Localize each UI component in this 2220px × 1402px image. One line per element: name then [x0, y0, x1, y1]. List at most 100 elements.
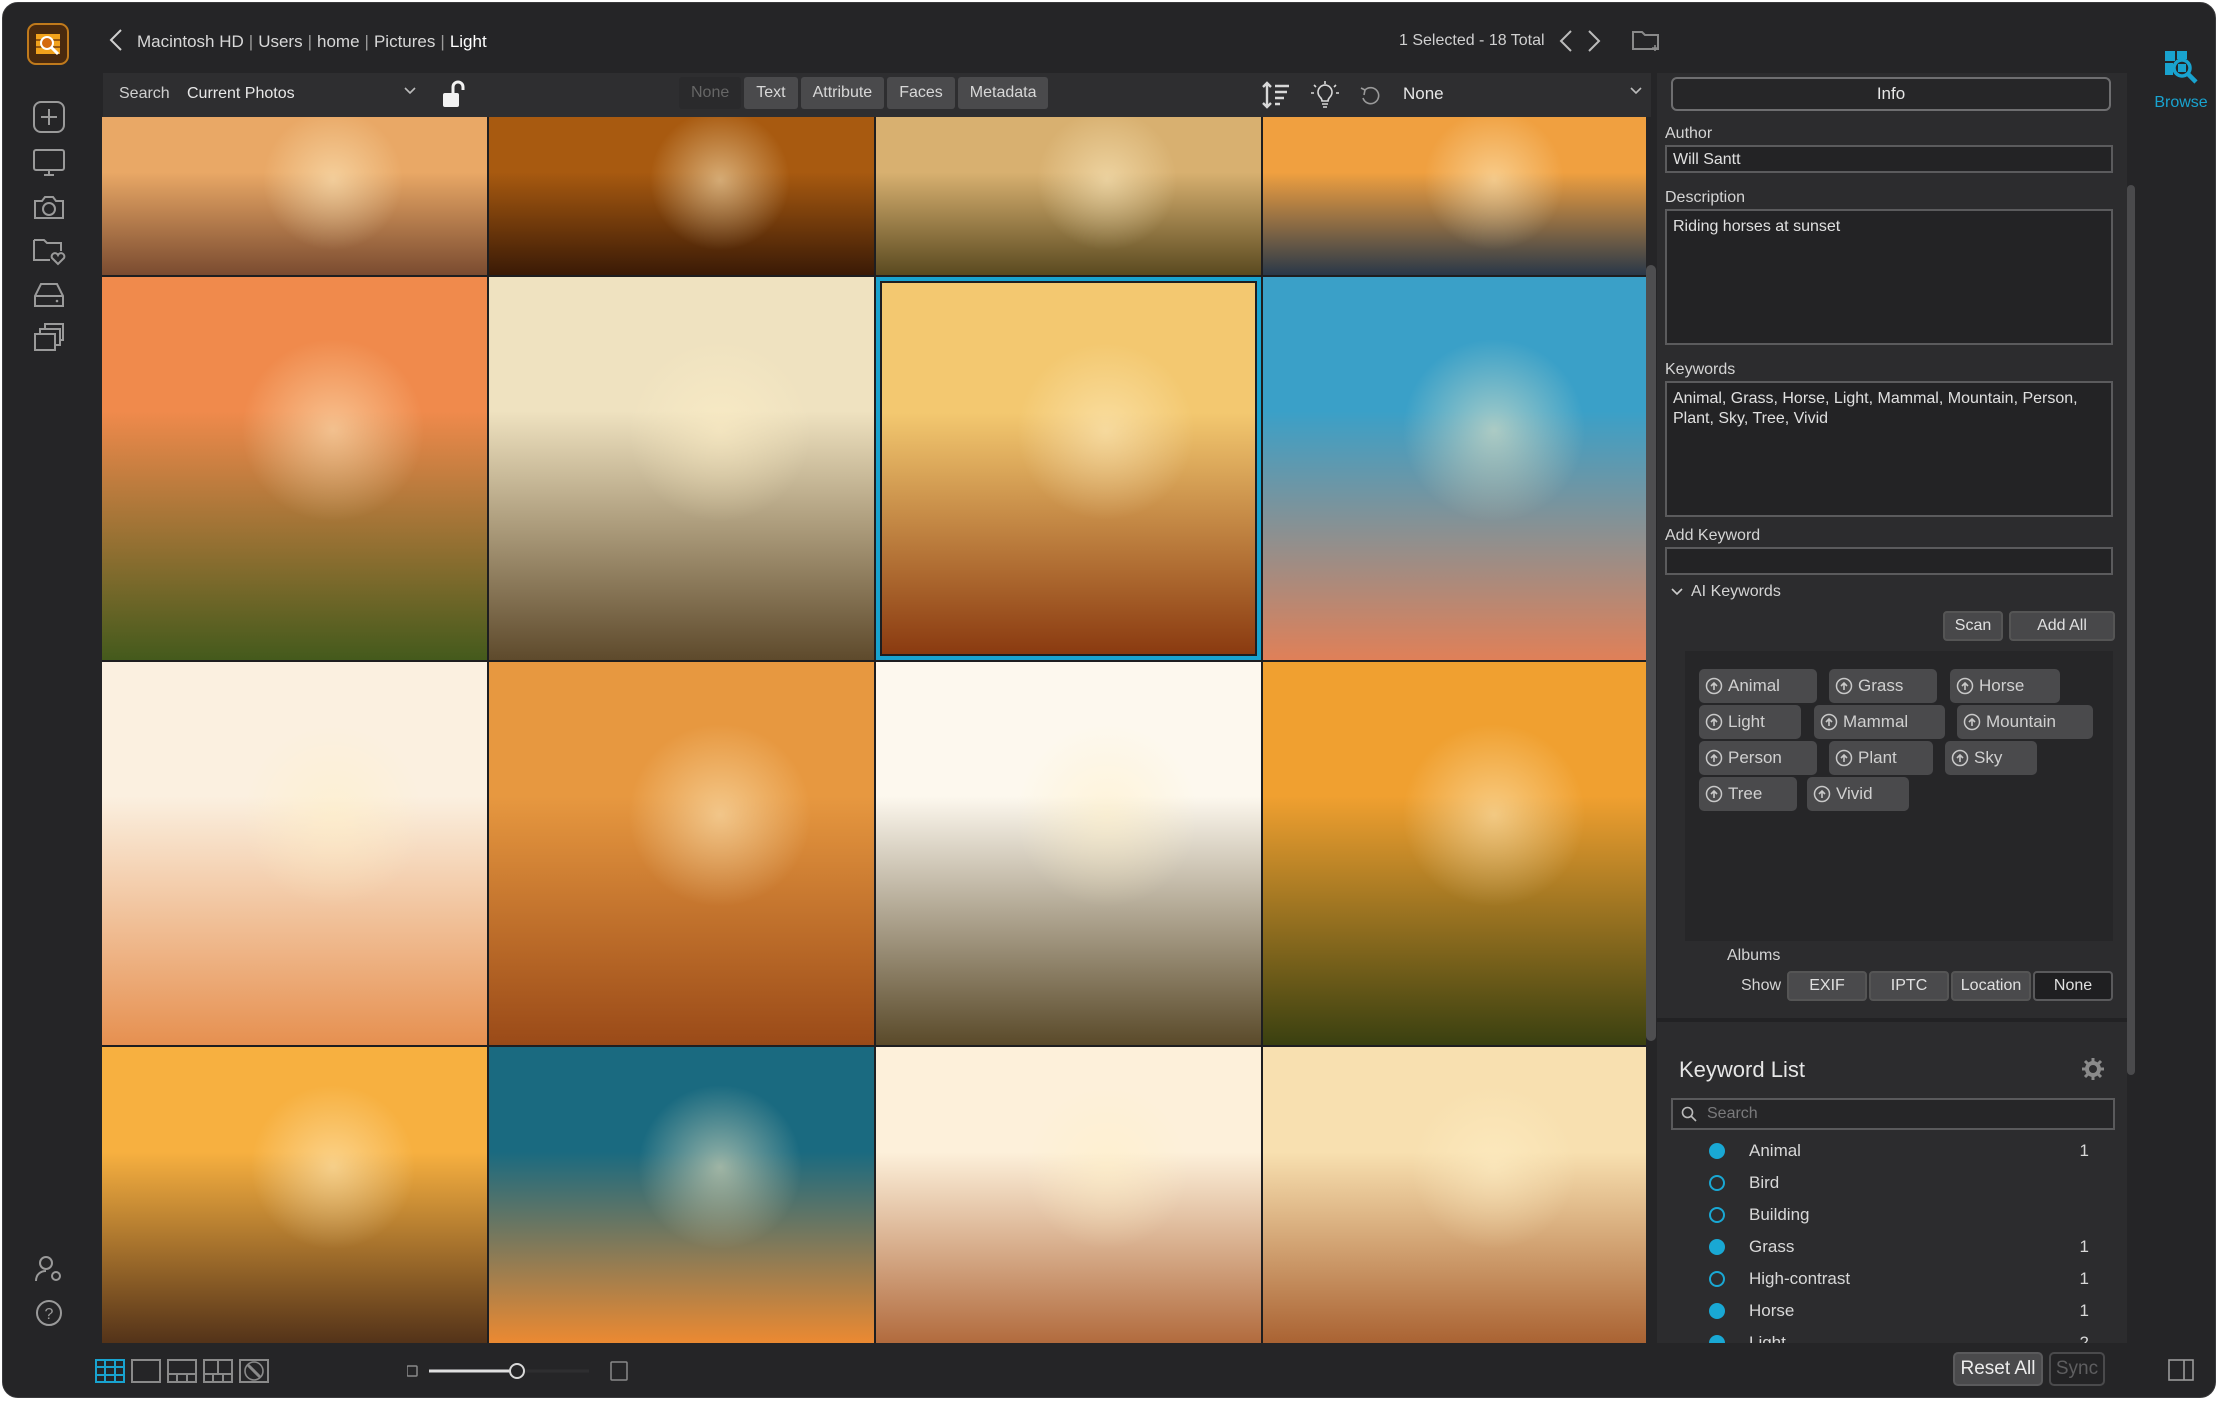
show-option-exif[interactable]: EXIF: [1787, 971, 1868, 1001]
thumbnail-size-slider[interactable]: [406, 1359, 633, 1383]
photo-thumbnail[interactable]: [1263, 117, 1646, 275]
undo-icon[interactable]: [1359, 84, 1381, 111]
breadcrumb-item[interactable]: Macintosh HD: [137, 32, 244, 52]
grid-scrollbar[interactable]: [1646, 265, 1656, 1041]
ai-keyword-chip[interactable]: Light: [1699, 705, 1801, 739]
help-icon[interactable]: ?: [31, 1297, 67, 1329]
search-mode-attribute[interactable]: Attribute: [800, 77, 885, 109]
photo-image: [1263, 1047, 1646, 1343]
gear-icon[interactable]: [2081, 1057, 2105, 1086]
ai-keyword-chip[interactable]: Mountain: [1957, 705, 2093, 739]
ai-keyword-chip[interactable]: Tree: [1699, 777, 1797, 811]
ai-keyword-chip[interactable]: Animal: [1699, 669, 1817, 703]
drive-icon[interactable]: [31, 279, 67, 311]
keyword-unchecked-icon[interactable]: [1709, 1175, 1725, 1191]
photo-thumbnail[interactable]: [489, 1047, 874, 1343]
monitor-icon[interactable]: [31, 147, 67, 179]
ai-keyword-chip[interactable]: Plant: [1829, 741, 1933, 775]
user-settings-icon[interactable]: [31, 1253, 67, 1285]
filmstrip-view-icon[interactable]: [167, 1359, 197, 1383]
keyword-search-input[interactable]: Search: [1671, 1098, 2115, 1130]
photo-thumbnail[interactable]: [876, 1047, 1261, 1343]
photo-thumbnail[interactable]: [1263, 277, 1646, 660]
lightbulb-icon[interactable]: [1309, 79, 1341, 116]
photo-thumbnail[interactable]: [102, 1047, 487, 1343]
ai-keyword-chip[interactable]: Person: [1699, 741, 1817, 775]
keyword-checked-icon[interactable]: [1709, 1303, 1725, 1319]
search-mode-text[interactable]: Text: [744, 77, 798, 109]
sync-button[interactable]: Sync: [2049, 1352, 2105, 1386]
show-option-iptc[interactable]: IPTC: [1869, 971, 1950, 1001]
ai-keyword-chip[interactable]: Mammal: [1814, 705, 1945, 739]
keyword-checked-icon[interactable]: [1709, 1143, 1725, 1159]
scan-button[interactable]: Scan: [1943, 611, 2003, 641]
add-icon[interactable]: [31, 101, 67, 133]
app-logo[interactable]: [27, 23, 69, 65]
photo-thumbnail[interactable]: [489, 277, 874, 660]
ai-keyword-chip[interactable]: Horse: [1950, 669, 2060, 703]
photo-thumbnail[interactable]: [876, 117, 1261, 275]
description-field[interactable]: Riding horses at sunset: [1665, 209, 2113, 345]
info-tab[interactable]: Info: [1671, 77, 2111, 111]
stack-icon[interactable]: [31, 321, 67, 353]
ai-keyword-chip[interactable]: Grass: [1829, 669, 1937, 703]
unlock-icon[interactable]: [441, 79, 467, 114]
photo-thumbnail[interactable]: [102, 277, 487, 660]
breadcrumb-item[interactable]: Users: [258, 32, 302, 52]
previous-photo-button[interactable]: [1559, 29, 1573, 53]
ai-keyword-chip[interactable]: Sky: [1945, 741, 2037, 775]
add-all-button[interactable]: Add All: [2009, 611, 2115, 641]
keyword-unchecked-icon[interactable]: [1709, 1271, 1725, 1287]
keyword-list-item[interactable]: Light 2: [1709, 1329, 2089, 1343]
photo-thumbnail[interactable]: [102, 662, 487, 1045]
app-window: ? Macintosh HD | Users | home | Pictures…: [2, 2, 2216, 1398]
photo-thumbnail[interactable]: [1263, 1047, 1646, 1343]
keyword-list-item[interactable]: Building: [1709, 1201, 2089, 1229]
reset-all-button[interactable]: Reset All: [1953, 1352, 2043, 1386]
single-view-icon[interactable]: [131, 1359, 161, 1383]
favorite-folder-icon[interactable]: [31, 235, 67, 267]
keyword-unchecked-icon[interactable]: [1709, 1207, 1725, 1223]
keyword-list-item[interactable]: High-contrast 1: [1709, 1265, 2089, 1293]
add-keyword-input[interactable]: [1665, 547, 2113, 575]
breadcrumb-item-current[interactable]: Light: [450, 32, 487, 52]
photo-thumbnail[interactable]: [102, 117, 487, 275]
breadcrumb-item[interactable]: Pictures: [374, 32, 435, 52]
keywords-field[interactable]: Animal, Grass, Horse, Light, Mammal, Mou…: [1665, 381, 2113, 517]
photo-thumbnail[interactable]: [876, 662, 1261, 1045]
ai-keywords-toggle[interactable]: AI Keywords: [1671, 583, 1781, 601]
keyword-checked-icon[interactable]: [1709, 1335, 1725, 1343]
panel-toggle-icon[interactable]: [2168, 1359, 2194, 1386]
keyword-checked-icon[interactable]: [1709, 1239, 1725, 1255]
grid-view-icon[interactable]: [95, 1359, 125, 1383]
photo-thumbnail[interactable]: [489, 662, 874, 1045]
chevron-left-icon[interactable]: [109, 28, 123, 57]
keyword-list-item[interactable]: Bird: [1709, 1169, 2089, 1197]
breadcrumb-separator: |: [440, 32, 445, 51]
show-option-location[interactable]: Location: [1951, 971, 2032, 1001]
browse-button[interactable]: Browse: [2143, 49, 2215, 112]
photo-thumbnail[interactable]: [1263, 662, 1646, 1045]
keyword-list-item[interactable]: Horse 1: [1709, 1297, 2089, 1325]
search-mode-faces[interactable]: Faces: [887, 77, 955, 109]
search-mode-metadata[interactable]: Metadata: [957, 77, 1049, 109]
photo-thumbnail-selected[interactable]: [876, 277, 1261, 660]
search-scope-dropdown[interactable]: Current Photos: [187, 85, 417, 103]
ai-keyword-chip[interactable]: Vivid: [1807, 777, 1909, 811]
photo-thumbnail[interactable]: [489, 117, 874, 275]
panel-scrollbar[interactable]: [2127, 185, 2135, 1075]
camera-icon[interactable]: [31, 191, 67, 223]
show-option-none[interactable]: None: [2033, 971, 2114, 1001]
next-photo-button[interactable]: [1587, 29, 1601, 53]
edit-view-icon[interactable]: [239, 1359, 269, 1383]
photo-image: [1263, 117, 1646, 275]
new-folder-icon[interactable]: [1631, 29, 1661, 53]
filter-dropdown[interactable]: None: [1403, 84, 1643, 104]
author-field[interactable]: Will Santt: [1665, 145, 2113, 173]
keyword-list-item[interactable]: Grass 1: [1709, 1233, 2089, 1261]
sort-icon[interactable]: [1261, 81, 1291, 114]
keyword-list-item[interactable]: Animal 1: [1709, 1137, 2089, 1165]
search-mode-none[interactable]: None: [679, 77, 742, 109]
breadcrumb-item[interactable]: home: [317, 32, 360, 52]
compare-view-icon[interactable]: [203, 1359, 233, 1383]
